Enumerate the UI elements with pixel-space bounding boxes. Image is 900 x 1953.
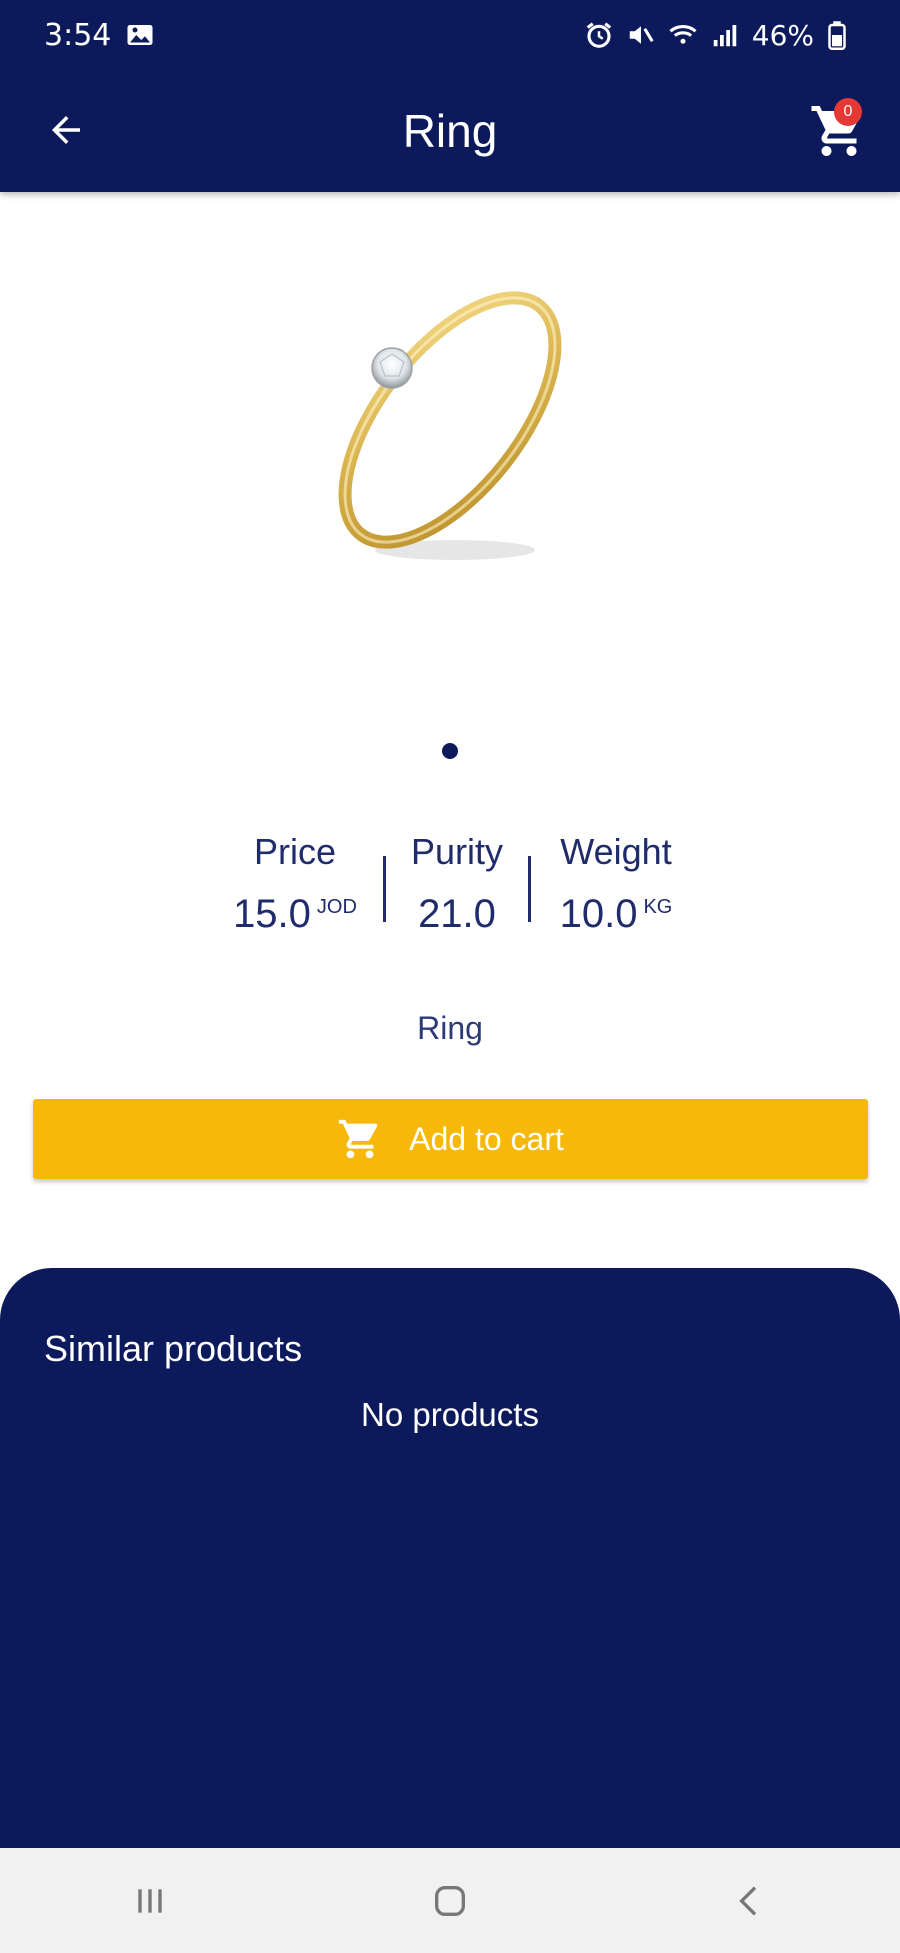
back-nav-button[interactable]	[710, 1861, 790, 1941]
battery-percent: 46%	[751, 18, 814, 52]
spec-purity: Purity 21.0	[402, 820, 512, 937]
home-icon	[435, 1885, 465, 1916]
price-unit: JOD	[316, 896, 357, 918]
app-bar: Ring 0	[0, 70, 900, 192]
mute-icon	[626, 20, 656, 50]
product-name: Ring	[417, 1010, 483, 1046]
purity-value: 21.0	[418, 892, 496, 936]
weight-value: 10.0	[559, 892, 638, 936]
recent-apps-button[interactable]	[110, 1861, 190, 1941]
gallery-icon	[125, 20, 155, 50]
spec-divider	[383, 856, 386, 922]
weight-value-row: 10.0 KG	[546, 892, 686, 937]
product-image[interactable]	[280, 240, 620, 610]
cart-count-badge: 0	[834, 98, 862, 126]
home-button[interactable]	[410, 1861, 490, 1941]
signal-icon	[710, 20, 740, 50]
system-nav-bar	[0, 1848, 900, 1953]
weight-label: Weight	[560, 831, 672, 872]
similar-products-title: Similar products	[44, 1328, 303, 1369]
status-right: 46%	[584, 19, 856, 52]
status-bar: 3:54 46%	[0, 0, 900, 70]
alarm-icon	[584, 20, 614, 50]
add-to-cart-button[interactable]: Add to cart	[33, 1099, 868, 1179]
weight-unit: KG	[643, 896, 673, 918]
price-value-row: 15.0 JOD	[220, 892, 370, 937]
cart-button[interactable]: 0	[804, 96, 874, 166]
ring-icon	[338, 291, 562, 560]
back-arrow-icon	[52, 116, 80, 144]
wifi-icon	[668, 20, 698, 50]
page-title: Ring	[402, 105, 498, 157]
spec-weight: Weight 10.0 KG	[546, 820, 686, 937]
status-time: 3:54	[44, 17, 112, 53]
recent-apps-icon	[138, 1888, 162, 1913]
add-to-cart-label: Add to cart	[409, 1120, 564, 1157]
cart-icon	[339, 1119, 378, 1159]
similar-products-panel: Similar products No products	[0, 1268, 900, 1848]
image-pager-dot[interactable]	[442, 743, 458, 759]
back-button[interactable]	[36, 100, 96, 160]
status-left: 3:54	[44, 18, 155, 53]
spec-divider	[528, 856, 531, 922]
price-value: 15.0	[233, 892, 311, 936]
empty-state-text: No products	[361, 1396, 539, 1433]
spec-price: Price 15.0 JOD	[220, 820, 370, 937]
price-label: Price	[253, 831, 337, 872]
chevron-left-icon	[739, 1885, 757, 1916]
battery-icon	[826, 20, 856, 50]
purity-label: Purity	[410, 831, 504, 872]
product-specs: Price 15.0 JOD Purity 21.0 Weight 10.0 KG	[0, 820, 900, 970]
